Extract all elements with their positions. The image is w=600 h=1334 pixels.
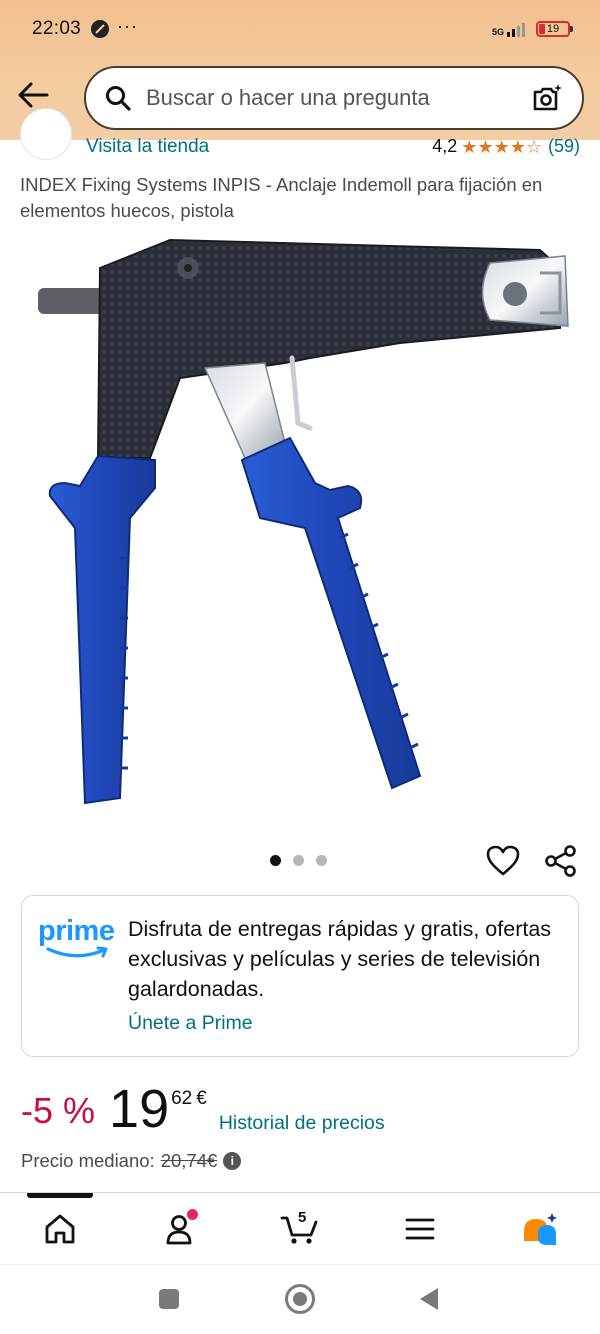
notification-dot [187, 1209, 198, 1220]
nav-home[interactable] [38, 1207, 82, 1251]
nav-account[interactable] [158, 1207, 202, 1251]
carousel-dot[interactable] [316, 855, 327, 866]
more-notifications-icon: ··· [117, 15, 139, 36]
battery-level: 19 [546, 23, 560, 35]
vpn-icon [91, 20, 110, 38]
star-empty-icon: ☆ [525, 136, 542, 157]
back-button[interactable] [16, 78, 50, 112]
camera-search-icon[interactable] [530, 81, 564, 115]
price-history-link[interactable]: Historial de precios [219, 1112, 385, 1135]
cart-count: 5 [298, 1209, 307, 1226]
median-price-value: 20,74€ [160, 1150, 218, 1171]
status-bar: 22:03 ··· 5G 19 [0, 0, 600, 58]
price-currency: € [196, 1088, 207, 1109]
system-navigation-bar [0, 1264, 600, 1334]
prime-promo-card[interactable]: prime Disfruta de entregas rápidas y gra… [21, 895, 579, 1057]
info-icon[interactable]: i [223, 1152, 242, 1170]
star-full-icon: ★ [509, 136, 526, 157]
search-input[interactable] [146, 85, 530, 111]
star-rating: ★ ★ ★ ★ ☆ [461, 138, 542, 156]
status-time: 22:03 [32, 18, 82, 39]
battery-icon: 19 [536, 21, 573, 37]
status-right: 5G 19 [492, 21, 573, 37]
search-icon [104, 84, 132, 112]
rating-summary[interactable]: 4,2 ★ ★ ★ ★ ☆ (59) [432, 136, 580, 157]
star-full-icon: ★ [477, 136, 494, 157]
menu-icon [405, 1218, 435, 1240]
join-prime-link[interactable]: Únete a Prime [128, 1012, 253, 1035]
store-logo[interactable] [20, 108, 72, 160]
share-button[interactable] [542, 842, 580, 880]
network-type: 5G [491, 27, 504, 37]
rating-count[interactable]: (59) [548, 136, 580, 157]
nav-cart[interactable]: 5 [278, 1207, 322, 1251]
add-to-list-button[interactable] [484, 842, 522, 880]
image-carousel-dots[interactable] [270, 855, 327, 866]
discount-badge: -5 % [21, 1090, 96, 1131]
median-price-row: Precio mediano: 20,74€ i [21, 1150, 242, 1172]
visit-store-link[interactable]: Visita la tienda [86, 136, 209, 158]
prime-message: Disfruta de entregas rápidas y gratis, o… [128, 917, 552, 1001]
prime-logo-text: prime [38, 915, 115, 947]
rating-value: 4,2 [432, 136, 458, 156]
price-fraction: 62 [171, 1088, 193, 1109]
product-title: INDEX Fixing Systems INPIS - Anclaje Ind… [20, 174, 543, 221]
recent-apps-button[interactable] [159, 1289, 179, 1309]
star-full-icon: ★ [493, 136, 510, 157]
star-full-icon: ★ [461, 136, 478, 157]
system-back-button[interactable] [420, 1288, 438, 1310]
prime-logo: prime [38, 916, 118, 960]
signal-icon: 5G [492, 21, 528, 37]
median-price-label: Precio mediano: [21, 1150, 155, 1171]
heart-icon [486, 845, 520, 876]
active-tab-indicator [27, 1193, 93, 1198]
carousel-dot[interactable] [293, 855, 304, 866]
bottom-navigation: 5 [0, 1192, 600, 1264]
store-row: Visita la tienda 4,2 ★ ★ ★ ★ ☆ (59) [0, 108, 600, 164]
rufus-assistant-icon [524, 1213, 557, 1245]
price-row: -5 % 19 62 € Historial de precios [21, 1080, 385, 1140]
search-bar[interactable] [84, 66, 584, 130]
system-home-button[interactable] [285, 1284, 315, 1314]
product-image[interactable] [20, 228, 580, 828]
share-icon [545, 845, 576, 877]
carousel-dot-active[interactable] [270, 855, 281, 866]
nav-rufus[interactable] [518, 1207, 562, 1251]
home-icon [45, 1214, 75, 1244]
arrow-left-icon [18, 82, 49, 108]
prime-smile-icon [46, 946, 108, 958]
nav-menu[interactable] [398, 1207, 442, 1251]
price-whole: 19 [109, 1079, 170, 1139]
